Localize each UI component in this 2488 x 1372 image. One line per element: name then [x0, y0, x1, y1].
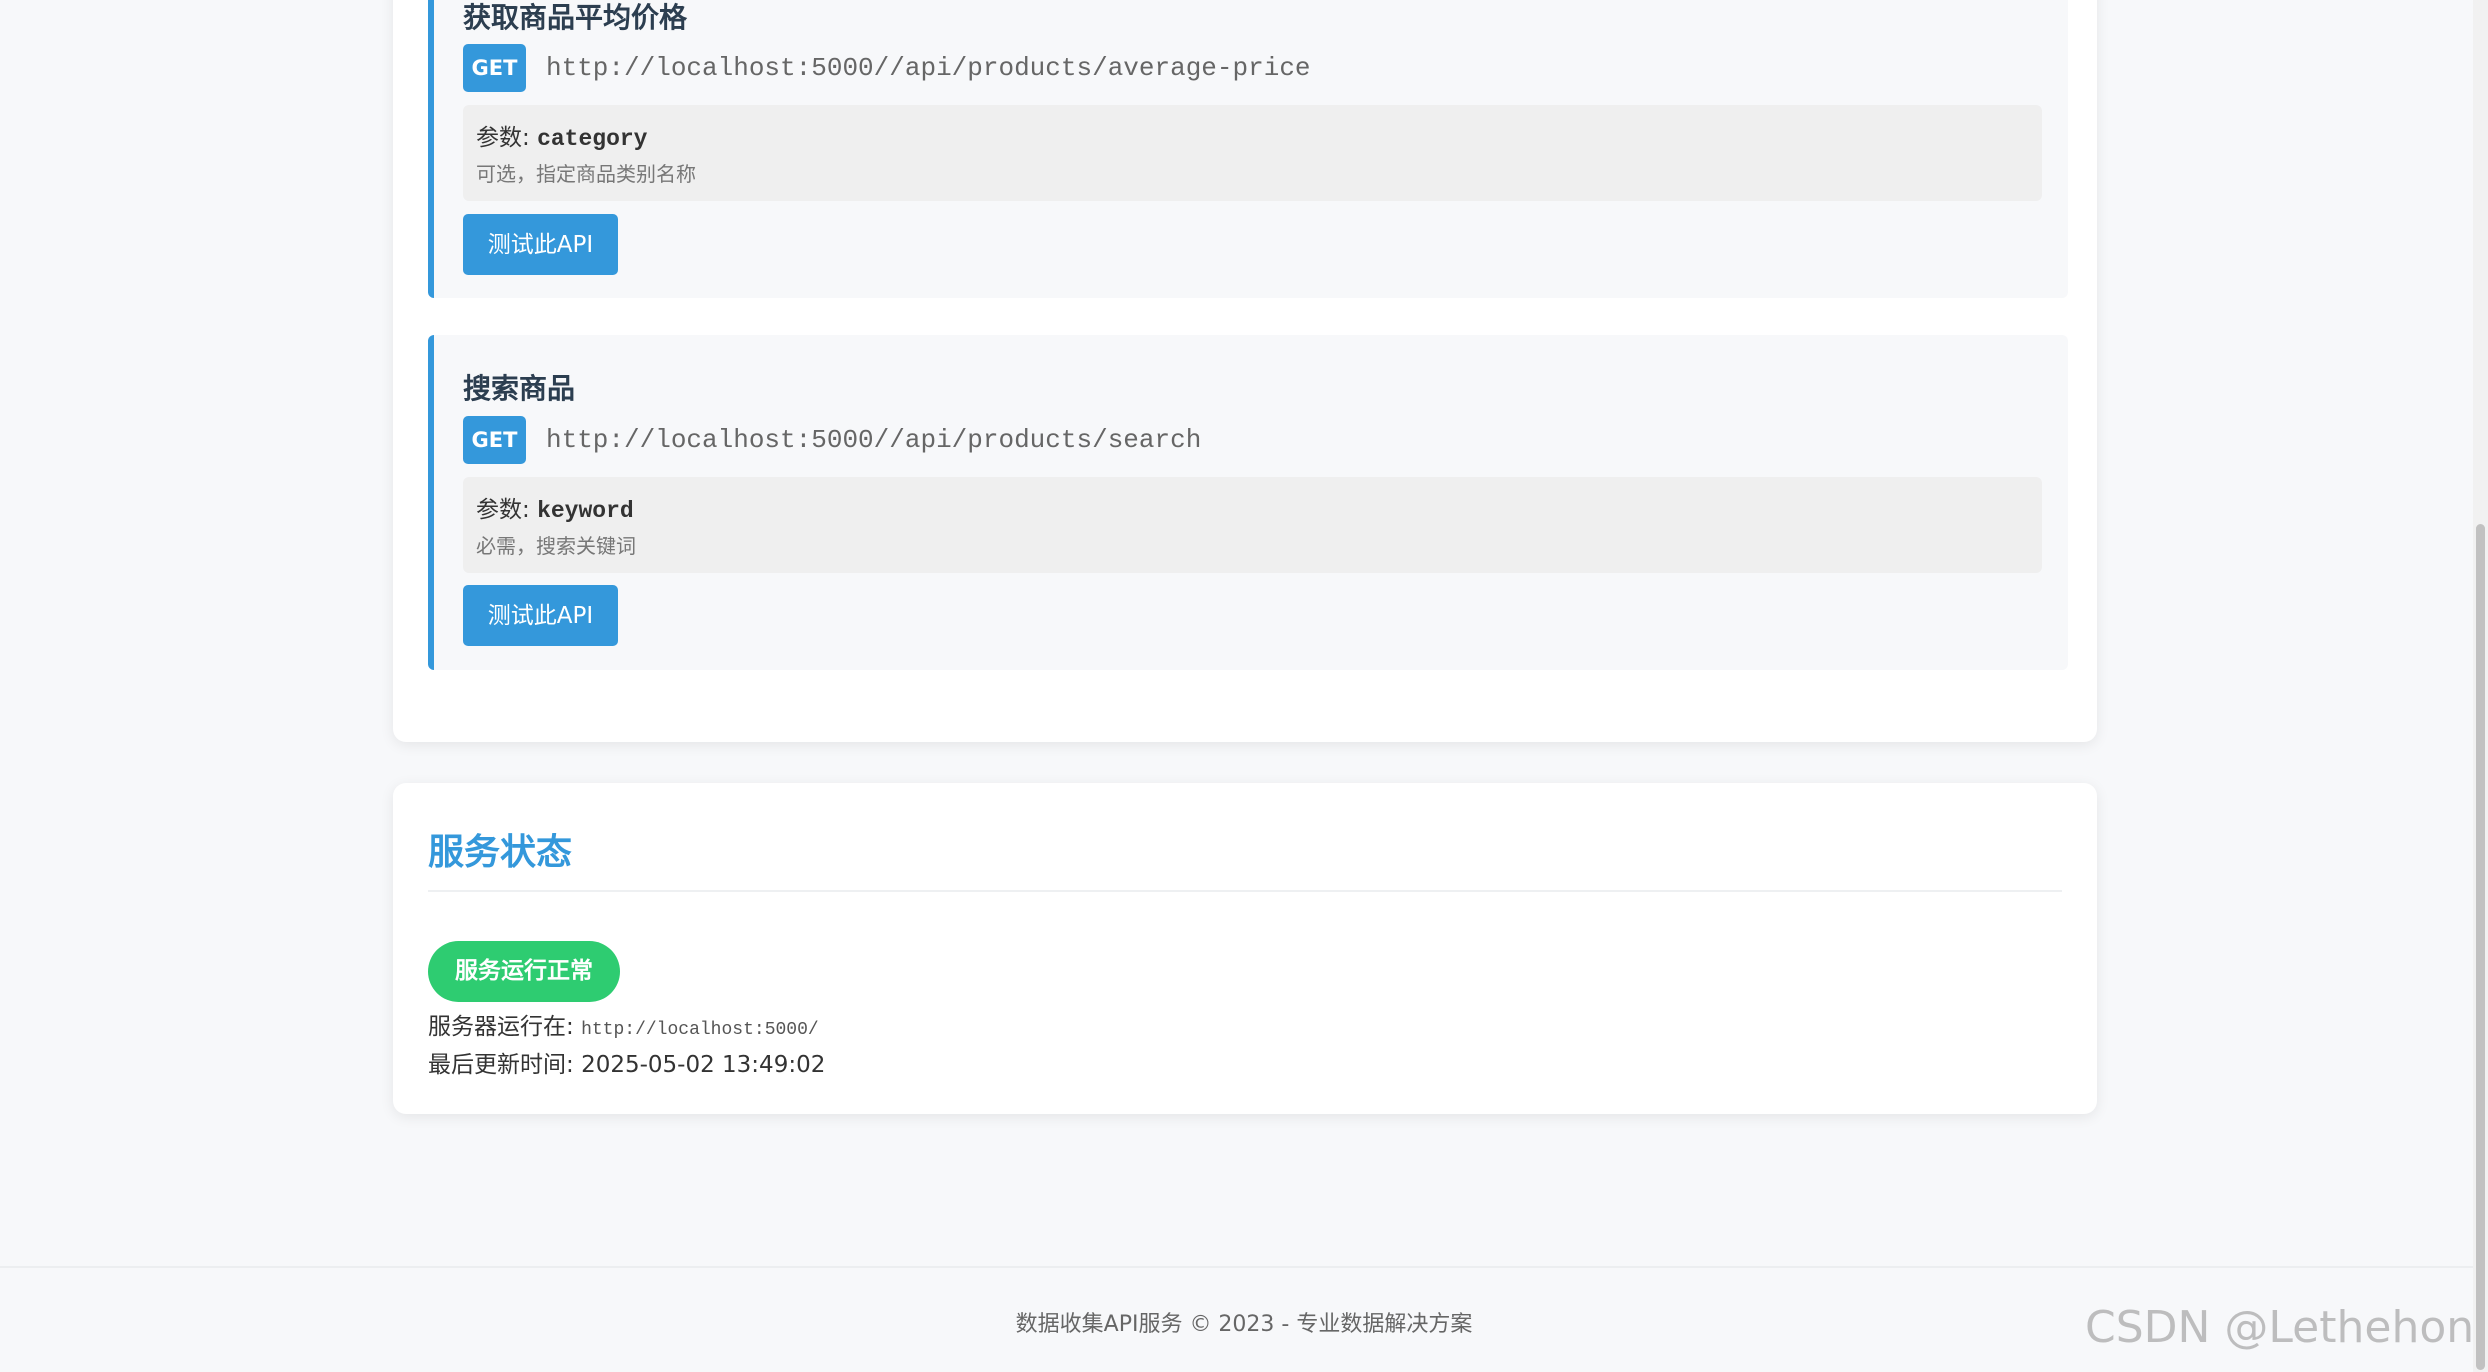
section-divider [428, 890, 2062, 892]
updated-label: 最后更新时间: [428, 1052, 582, 1078]
endpoint-title: 搜索商品 [463, 372, 576, 405]
status-badge: 服务运行正常 [428, 941, 620, 1002]
csdn-watermark: CSDN @Lethehong [2085, 1302, 2488, 1353]
last-updated-line: 最后更新时间: 2025-05-02 13:49:02 [428, 1045, 825, 1079]
page-viewport: 获取商品平均价格 GET http://localhost:5000//api/… [0, 0, 2473, 1372]
server-url: http://localhost:5000/ [581, 1020, 819, 1040]
status-section-title: 服务状态 [428, 832, 573, 873]
endpoint-card-average-price: 获取商品平均价格 GET http://localhost:5000//api/… [428, 0, 2068, 298]
param-line: 参数: keyword [476, 490, 634, 524]
test-api-button[interactable]: 测试此API [463, 214, 618, 275]
api-endpoints-panel: 获取商品平均价格 GET http://localhost:5000//api/… [393, 0, 2097, 742]
endpoint-url: http://localhost:5000//api/products/aver… [546, 53, 1311, 83]
test-api-button[interactable]: 测试此API [463, 585, 618, 646]
endpoint-card-search: 搜索商品 GET http://localhost:5000//api/prod… [428, 335, 2068, 670]
method-badge-get: GET [463, 44, 526, 92]
param-label: 参数: [476, 125, 538, 151]
server-label: 服务器运行在: [428, 1014, 582, 1040]
param-description: 必需，搜索关键词 [476, 534, 636, 558]
endpoint-method-row: GET http://localhost:5000//api/products/… [463, 44, 1311, 92]
param-box: 参数: category 可选，指定商品类别名称 [463, 105, 2042, 201]
endpoint-title: 获取商品平均价格 [463, 1, 688, 34]
param-description: 可选，指定商品类别名称 [476, 162, 696, 186]
param-box: 参数: keyword 必需，搜索关键词 [463, 477, 2042, 573]
server-address-line: 服务器运行在: http://localhost:5000/ [428, 1007, 819, 1041]
vertical-scrollbar[interactable] [2473, 0, 2488, 1372]
updated-value: 2025-05-02 13:49:02 [581, 1052, 826, 1078]
method-badge-get: GET [463, 416, 526, 464]
endpoint-method-row: GET http://localhost:5000//api/products/… [463, 416, 1201, 464]
service-status-panel: 服务状态 服务运行正常 服务器运行在: http://localhost:500… [393, 783, 2097, 1114]
param-line: 参数: category [476, 118, 647, 152]
param-name: category [537, 126, 648, 152]
endpoint-url: http://localhost:5000//api/products/sear… [546, 425, 1202, 455]
param-name: keyword [537, 498, 634, 524]
param-label: 参数: [476, 497, 538, 523]
scrollbar-thumb[interactable] [2476, 524, 2485, 1370]
